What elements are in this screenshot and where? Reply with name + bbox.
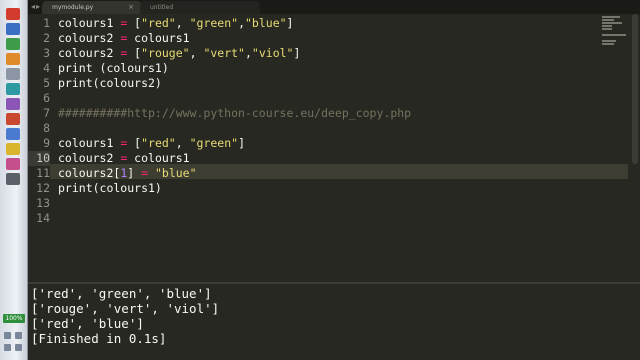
app-icon-orange-icon[interactable] xyxy=(6,53,20,65)
tab-right-arrow-icon[interactable]: ▸ xyxy=(36,2,40,11)
app-icon-red-icon[interactable] xyxy=(6,8,20,20)
tab-left-arrow-icon[interactable]: ◂ xyxy=(31,2,35,11)
code-line-9[interactable]: colours1 = ["red", "green"] xyxy=(58,136,245,151)
tab-label: untitled xyxy=(150,4,174,11)
editor-pane[interactable]: ◂ ▸ mymodule.py × untitled 1 2 3 4 5 6 7 8 9 10 11… xyxy=(28,0,640,282)
tab-untitled[interactable]: untitled xyxy=(140,1,260,14)
tab-mymodule[interactable]: mymodule.py × xyxy=(42,1,142,14)
code-line-10[interactable]: colours2 = colours1 xyxy=(58,151,190,166)
code-line-1[interactable]: colours1 = ["red", "green","blue"] xyxy=(58,16,293,31)
app-icon-purple-icon[interactable] xyxy=(6,98,20,110)
build-output-panel[interactable]: ['red', 'green', 'blue'] ['rouge', 'vert… xyxy=(28,282,640,360)
code-line-4[interactable]: print (colours1) xyxy=(58,61,169,76)
clock-icon[interactable] xyxy=(15,344,22,351)
battery-indicator: 100% xyxy=(3,314,25,323)
minimap[interactable] xyxy=(600,14,630,54)
line-number: 11 xyxy=(36,166,50,180)
code-line-12[interactable]: print(colours1) xyxy=(58,181,162,196)
output-line: ['red', 'green', 'blue'] xyxy=(31,286,212,301)
tab-label: mymodule.py xyxy=(52,4,94,11)
line-number: 4 xyxy=(43,61,50,75)
line-number-gutter: 1 2 3 4 5 6 7 8 9 10 11 12 13 14 xyxy=(28,14,50,282)
code-line-3[interactable]: colours2 = ["rouge", "vert","viol"] xyxy=(58,46,300,61)
app-icon-blue-icon[interactable] xyxy=(6,23,20,35)
output-line: ['red', 'blue'] xyxy=(31,316,144,331)
output-line: ['rouge', 'vert', 'viol'] xyxy=(31,301,220,316)
flag-icon[interactable] xyxy=(4,344,11,351)
taskbar: 100% xyxy=(0,0,28,360)
app-icon-green-icon[interactable] xyxy=(6,38,20,50)
network-icon[interactable] xyxy=(4,332,11,339)
line-number: 1 xyxy=(43,16,50,30)
close-icon[interactable]: × xyxy=(128,1,134,14)
code-line-5[interactable]: print(colours2) xyxy=(58,76,162,91)
line-number: 2 xyxy=(43,31,50,45)
line-number: 5 xyxy=(43,76,50,90)
code-line-2[interactable]: colours2 = colours1 xyxy=(58,31,190,46)
line-number: 12 xyxy=(36,181,50,195)
app-icon-red-2-icon[interactable] xyxy=(6,113,20,125)
editor-scrollbar[interactable] xyxy=(632,14,638,164)
line-number: 14 xyxy=(36,211,50,225)
app-icon-teal-icon[interactable] xyxy=(6,83,20,95)
volume-icon[interactable] xyxy=(15,332,22,339)
app-icon-pink-icon[interactable] xyxy=(6,158,20,170)
code-line-7[interactable]: ##########http://www.python-course.eu/de… xyxy=(58,106,411,121)
code-line-11[interactable]: colours2[1] = "blue" xyxy=(58,166,197,181)
line-number: 9 xyxy=(43,136,50,150)
app-icon-blue-2-icon[interactable] xyxy=(6,128,20,140)
app-icon-yellow-icon[interactable] xyxy=(6,143,20,155)
line-number: 10 xyxy=(28,151,50,166)
app-icon-gray-icon[interactable] xyxy=(6,68,20,80)
line-number: 8 xyxy=(43,121,50,135)
line-number: 6 xyxy=(43,91,50,105)
line-number: 7 xyxy=(43,106,50,120)
line-number: 13 xyxy=(36,196,50,210)
tab-bar: ◂ ▸ mymodule.py × untitled xyxy=(28,0,640,14)
line-number: 3 xyxy=(43,46,50,60)
app-icon-dark-icon[interactable] xyxy=(6,173,20,185)
output-line: [Finished in 0.1s] xyxy=(31,331,167,346)
